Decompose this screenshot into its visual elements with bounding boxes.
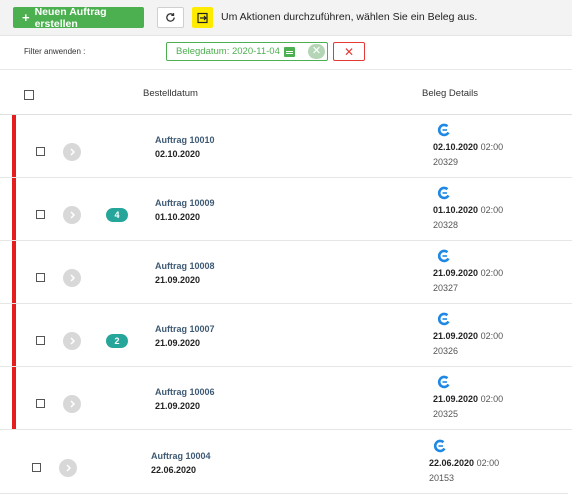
table-row[interactable]: Auftrag 10006 21.09.2020 21.09.2020 02:0… xyxy=(0,367,572,430)
beleg-datetime: 02.10.2020 02:00 xyxy=(433,142,503,152)
beleg-time: 02:00 xyxy=(480,268,504,278)
row-checkbox[interactable] xyxy=(36,210,45,219)
expand-row-button[interactable] xyxy=(63,269,81,287)
chevron-right-icon xyxy=(65,464,71,472)
order-date: 21.09.2020 xyxy=(155,275,201,285)
chevron-right-icon xyxy=(69,274,75,282)
filter-chip-text: Belegdatum: 2020-11-04 xyxy=(176,46,280,57)
status-flag xyxy=(12,304,16,366)
chevron-right-icon xyxy=(69,211,75,219)
row-checkbox[interactable] xyxy=(36,399,45,408)
order-date: 21.09.2020 xyxy=(155,338,201,348)
refresh-icon xyxy=(166,13,175,22)
filter-label: Filter anwenden : xyxy=(24,47,86,56)
filter-bar: Filter anwenden : Belegdatum: 2020-11-04… xyxy=(0,36,572,70)
beleg-date: 21.09.2020 xyxy=(433,268,479,278)
shopware-icon xyxy=(437,249,450,263)
calendar-icon[interactable] xyxy=(283,46,295,57)
toolbar: + Neuen Auftrag erstellen Um Aktionen du… xyxy=(0,0,572,36)
shopware-icon xyxy=(433,439,446,453)
status-flag xyxy=(12,115,16,177)
order-date: 21.09.2020 xyxy=(155,401,201,411)
status-flag xyxy=(12,241,16,303)
beleg-date: 21.09.2020 xyxy=(433,331,479,341)
status-flag xyxy=(12,178,16,240)
shopware-icon xyxy=(437,375,450,389)
plus-icon: + xyxy=(22,10,30,25)
row-checkbox[interactable] xyxy=(36,147,45,156)
beleg-number: 20329 xyxy=(433,157,459,167)
count-badge: 2 xyxy=(106,334,128,348)
expand-row-button[interactable] xyxy=(63,143,81,161)
order-link[interactable]: Auftrag 10004 xyxy=(151,451,211,461)
beleg-time: 02:00 xyxy=(480,142,504,152)
expand-row-button[interactable] xyxy=(63,395,81,413)
chevron-right-icon xyxy=(69,148,75,156)
beleg-number: 20327 xyxy=(433,283,459,293)
shopware-icon xyxy=(437,186,450,200)
table-row[interactable]: Auftrag 10004 22.06.2020 22.06.2020 02:0… xyxy=(0,431,568,494)
shopware-icon xyxy=(437,123,450,137)
column-header-bestelldatum[interactable]: Bestelldatum xyxy=(143,88,198,99)
beleg-datetime: 01.10.2020 02:00 xyxy=(433,205,503,215)
beleg-datetime: 21.09.2020 02:00 xyxy=(433,394,503,404)
new-order-label: Neuen Auftrag erstellen xyxy=(34,5,107,30)
close-icon[interactable]: ✕ xyxy=(308,44,325,59)
export-icon xyxy=(196,12,208,23)
select-all-checkbox[interactable] xyxy=(24,90,34,100)
table-row[interactable]: 2 Auftrag 10007 21.09.2020 21.09.2020 02… xyxy=(0,304,572,367)
row-checkbox[interactable] xyxy=(32,463,41,472)
row-checkbox[interactable] xyxy=(36,336,45,345)
table-row[interactable]: Auftrag 10010 02.10.2020 02.10.2020 02:0… xyxy=(0,115,572,178)
table-row[interactable]: Auftrag 10008 21.09.2020 21.09.2020 02:0… xyxy=(0,241,572,304)
chevron-right-icon xyxy=(69,337,75,345)
status-flag xyxy=(12,367,16,429)
column-header-beleg-details[interactable]: Beleg Details xyxy=(422,88,478,99)
new-order-button[interactable]: + Neuen Auftrag erstellen xyxy=(13,5,144,30)
count-badge: 4 xyxy=(106,208,128,222)
export-button[interactable] xyxy=(192,7,213,28)
order-link[interactable]: Auftrag 10007 xyxy=(155,324,215,334)
beleg-time: 02:00 xyxy=(480,331,504,341)
expand-row-button[interactable] xyxy=(59,459,77,477)
beleg-time: 02:00 xyxy=(480,394,504,404)
row-checkbox[interactable] xyxy=(36,273,45,282)
order-date: 01.10.2020 xyxy=(155,212,201,222)
beleg-number: 20326 xyxy=(433,346,459,356)
close-icon: ✕ xyxy=(343,44,355,59)
beleg-time: 02:00 xyxy=(480,205,504,215)
refresh-button[interactable] xyxy=(157,7,184,28)
beleg-datetime: 21.09.2020 02:00 xyxy=(433,268,503,278)
beleg-time: 02:00 xyxy=(476,458,500,468)
beleg-number: 20328 xyxy=(433,220,459,230)
beleg-date: 01.10.2020 xyxy=(433,205,479,215)
filter-chip-belegdatum[interactable]: Belegdatum: 2020-11-04 ✕ xyxy=(166,42,328,61)
order-date: 02.10.2020 xyxy=(155,149,201,159)
toolbar-hint: Um Aktionen durchzuführen, wählen Sie ei… xyxy=(221,11,478,23)
order-link[interactable]: Auftrag 10006 xyxy=(155,387,215,397)
chevron-right-icon xyxy=(69,400,75,408)
shopware-icon xyxy=(437,312,450,326)
expand-row-button[interactable] xyxy=(63,206,81,224)
filter-cancel-button[interactable]: ✕ xyxy=(333,42,365,61)
beleg-date: 02.10.2020 xyxy=(433,142,479,152)
beleg-datetime: 21.09.2020 02:00 xyxy=(433,331,503,341)
table-header: Bestelldatum Beleg Details xyxy=(0,70,572,115)
order-date: 22.06.2020 xyxy=(151,465,197,475)
order-link[interactable]: Auftrag 10010 xyxy=(155,135,215,145)
order-link[interactable]: Auftrag 10008 xyxy=(155,261,215,271)
beleg-number: 20325 xyxy=(433,409,459,419)
expand-row-button[interactable] xyxy=(63,332,81,350)
beleg-number: 20153 xyxy=(429,473,455,483)
beleg-date: 21.09.2020 xyxy=(433,394,479,404)
beleg-date: 22.06.2020 xyxy=(429,458,475,468)
beleg-datetime: 22.06.2020 02:00 xyxy=(429,458,499,468)
table-row[interactable]: 4 Auftrag 10009 01.10.2020 01.10.2020 02… xyxy=(0,178,572,241)
order-link[interactable]: Auftrag 10009 xyxy=(155,198,215,208)
